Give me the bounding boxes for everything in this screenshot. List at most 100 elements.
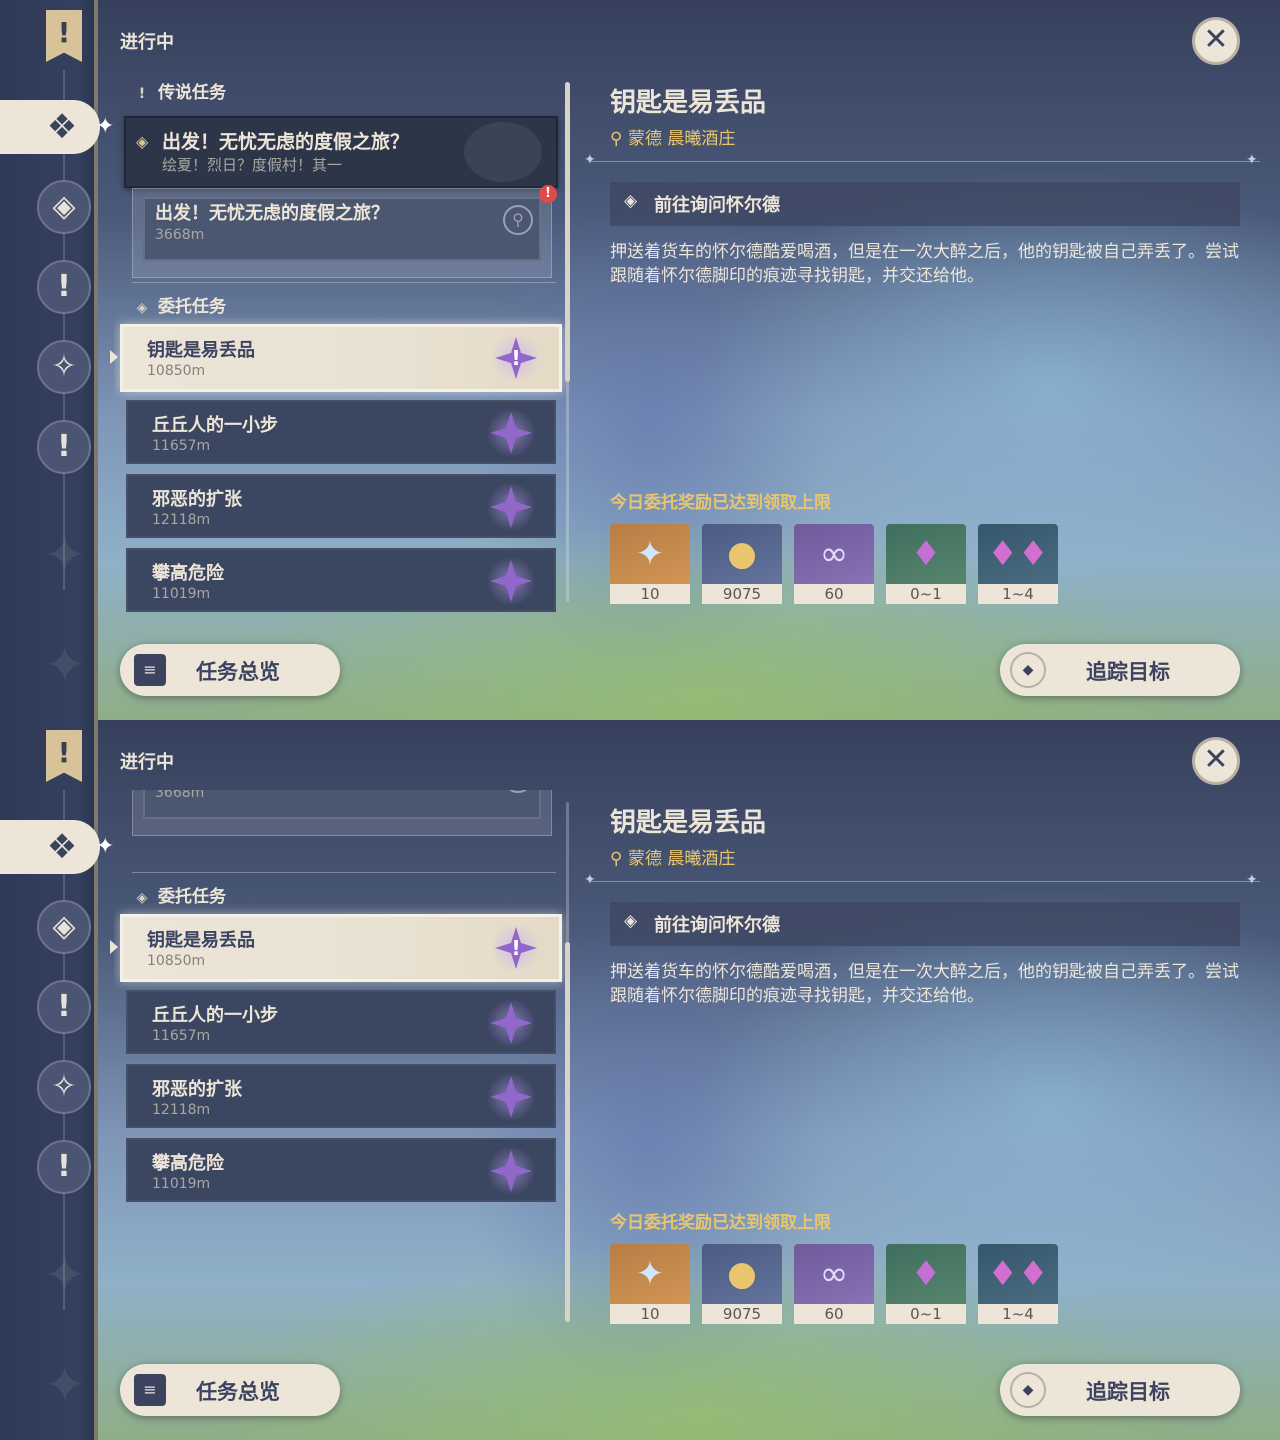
list-status-title: 进行中 — [120, 32, 174, 53]
crystal-chunk-icon: ♦♦ — [987, 534, 1049, 574]
reward-notice: 今日委托奖励已达到领取上限 — [610, 1213, 831, 1233]
tab-story-quest[interactable]: ! — [37, 980, 91, 1034]
commission-item[interactable]: 攀高危险 11019m — [126, 548, 556, 612]
reward-item[interactable]: ♦ 0~1 — [886, 1244, 966, 1324]
rule-star-icon: ✦ — [1246, 872, 1258, 888]
commission-icon: ◈ — [136, 890, 148, 906]
quest-list[interactable]: 出发！无忧无虑的度假之旅？ 3668m ⚲ ◈委托任务 钥匙是易丢品 10850… — [114, 790, 570, 1350]
sparkle-icon: ✦ — [96, 114, 115, 139]
commission-section-header: ◈ 委托任务 — [132, 882, 226, 907]
tab-world-quest[interactable]: ✧ — [37, 1060, 91, 1114]
reward-item[interactable]: ✦ 10 — [610, 524, 690, 604]
companionship-exp-icon: ∞ — [819, 1254, 849, 1294]
commission-item[interactable]: 邪恶的扩张 12118m — [126, 1064, 556, 1128]
tab-commission[interactable]: ❖ — [0, 820, 100, 874]
legend-section-header: ! 传说任务 — [132, 78, 226, 103]
commission-item[interactable]: 邪恶的扩张 12118m — [126, 474, 556, 538]
track-diamond-icon: ◆ — [1010, 1372, 1046, 1408]
reward-item[interactable]: ● 9075 — [702, 524, 782, 604]
tab-commission[interactable]: ❖ — [0, 100, 100, 154]
decor-star-icon: ✦ — [44, 1246, 86, 1304]
tab-story-quest[interactable]: ! — [37, 260, 91, 314]
reward-list: ✦ 10 ● 9075 ∞ 60 ♦ 0~1 ♦♦ 1~4 — [610, 1244, 1070, 1324]
tab-event-quest[interactable]: ! — [37, 420, 91, 474]
rule-star-icon: ✦ — [1246, 152, 1258, 168]
primogem-icon: ✦ — [635, 534, 665, 574]
list-status-title: 进行中 — [120, 752, 174, 773]
commission-item[interactable]: 攀高危险 11019m — [126, 1138, 556, 1202]
close-button[interactable]: ✕ — [1192, 737, 1240, 785]
sparkle-icon: ✦ — [96, 834, 115, 859]
commission-item[interactable]: 钥匙是易丢品 10850m ! — [120, 324, 562, 392]
diamond-icon: ◈ — [136, 132, 149, 151]
primogem-icon: ✦ — [635, 1254, 665, 1294]
quest-screen-top: ✦ ✦ ! ❖ ✦ ◈ ! ✧ ! 进行中 ✕ ! 传说任务 ◈ 出发！无忧无虑的… — [0, 0, 1280, 720]
quest-location: ⚲ 蒙德 晨曦酒庄 — [610, 129, 736, 149]
category-rail: ✦ ✦ ! ❖ ✦ ◈ ! ✧ ! — [0, 720, 114, 1440]
reward-item[interactable]: ∞ 60 — [794, 1244, 874, 1324]
legend-quest-card[interactable]: ◈ 出发！无忧无虑的度假之旅？ 绘夏！烈日？度假村！其一 — [124, 116, 558, 188]
legend-quest-step[interactable]: 出发！无忧无虑的度假之旅？ 3668m ⚲ ! — [132, 185, 557, 278]
commission-item[interactable]: 丘丘人的一小步 11657m — [126, 400, 556, 464]
quest-description: 押送着货车的怀尔德酷爱喝酒，但是在一次大醉之后，他的钥匙被自己弄丢了。尝试跟随着… — [610, 242, 1239, 286]
decor-star-icon: ✦ — [44, 1356, 86, 1414]
objective-diamond-icon: ◈ — [624, 911, 638, 931]
track-target-button[interactable]: ◆ 追踪目标 — [1000, 1364, 1240, 1416]
crystal-ore-icon: ♦ — [910, 1254, 942, 1294]
close-icon: ✕ — [1203, 22, 1229, 57]
quest-title: 钥匙是易丢品 — [610, 88, 767, 118]
alert-badge: ! — [539, 185, 557, 203]
location-pin-icon: ⚲ — [610, 129, 623, 149]
close-button[interactable]: ✕ — [1192, 17, 1240, 65]
quest-overview-button[interactable]: ≡ 任务总览 — [120, 644, 340, 696]
reward-item[interactable]: ♦♦ 1~4 — [978, 1244, 1058, 1324]
tab-archon-quest[interactable]: ◈ — [37, 900, 91, 954]
reward-item[interactable]: ● 9075 — [702, 1244, 782, 1324]
commission-item[interactable]: 钥匙是易丢品 10850m ! — [120, 914, 562, 982]
quest-banner-icon[interactable]: ! — [46, 10, 82, 62]
commission-icon: ◈ — [136, 300, 148, 316]
legend-emblem-icon — [464, 122, 542, 182]
list-scrollbar[interactable] — [565, 802, 570, 1322]
quest-description: 押送着货车的怀尔德酷爱喝酒，但是在一次大醉之后，他的钥匙被自己弄丢了。尝试跟随着… — [610, 962, 1239, 1006]
commission-section-header: ◈ 委托任务 — [132, 292, 226, 317]
tab-world-quest[interactable]: ✧ — [37, 340, 91, 394]
commission-item[interactable]: 丘丘人的一小步 11657m — [126, 990, 556, 1054]
overview-list-icon: ≡ — [134, 1374, 166, 1406]
reward-list: ✦ 10 ● 9075 ∞ 60 ♦ 0~1 ♦♦ 1~4 — [610, 524, 1070, 604]
overview-list-icon: ≡ — [134, 654, 166, 686]
quest-location: ⚲ 蒙德 晨曦酒庄 — [610, 849, 736, 869]
tab-archon-quest[interactable]: ◈ — [37, 180, 91, 234]
track-target-button[interactable]: ◆ 追踪目标 — [1000, 644, 1240, 696]
quest-screen-bottom: ✦ ✦ ! ❖ ✦ ◈ ! ✧ ! 进行中 ✕ 出发！无忧无虑的度假之旅？ 36… — [0, 720, 1280, 1440]
location-pin-icon: ⚲ — [610, 849, 623, 869]
quest-overview-button[interactable]: ≡ 任务总览 — [120, 1364, 340, 1416]
close-icon: ✕ — [1203, 742, 1229, 777]
reward-item[interactable]: ♦♦ 1~4 — [978, 524, 1058, 604]
tab-event-quest[interactable]: ! — [37, 1140, 91, 1194]
category-rail: ✦ ✦ ! ❖ ✦ ◈ ! ✧ ! — [0, 0, 114, 720]
quest-title: 钥匙是易丢品 — [610, 808, 767, 838]
commission-icon: ❖ — [46, 827, 78, 867]
reward-item[interactable]: ♦ 0~1 — [886, 524, 966, 604]
reward-item[interactable]: ∞ 60 — [794, 524, 874, 604]
quest-objective: ◈ 前往询问怀尔德 — [610, 182, 1240, 226]
legend-quest-step[interactable]: 出发！无忧无虑的度假之旅？ 3668m ⚲ — [132, 790, 552, 836]
reward-item[interactable]: ✦ 10 — [610, 1244, 690, 1324]
selection-marker-icon — [110, 350, 118, 364]
mora-icon: ● — [727, 1254, 757, 1294]
rule-star-icon: ✦ — [584, 872, 596, 888]
list-scrollbar[interactable] — [565, 82, 570, 602]
map-pin-icon[interactable]: ⚲ — [503, 205, 533, 235]
reward-notice: 今日委托奖励已达到领取上限 — [610, 493, 831, 513]
quest-list[interactable]: ! 传说任务 ◈ 出发！无忧无虑的度假之旅？ 绘夏！烈日？度假村！其一 出发！无忧… — [114, 70, 570, 630]
objective-diamond-icon: ◈ — [624, 191, 638, 211]
quest-objective: ◈ 前往询问怀尔德 — [610, 902, 1240, 946]
decor-star-icon: ✦ — [44, 526, 86, 584]
rule-star-icon: ✦ — [584, 152, 596, 168]
quest-banner-icon[interactable]: ! — [46, 730, 82, 782]
decor-star-icon: ✦ — [44, 636, 86, 694]
crystal-chunk-icon: ♦♦ — [987, 1254, 1049, 1294]
crystal-ore-icon: ♦ — [910, 534, 942, 574]
commission-icon: ❖ — [46, 107, 78, 147]
